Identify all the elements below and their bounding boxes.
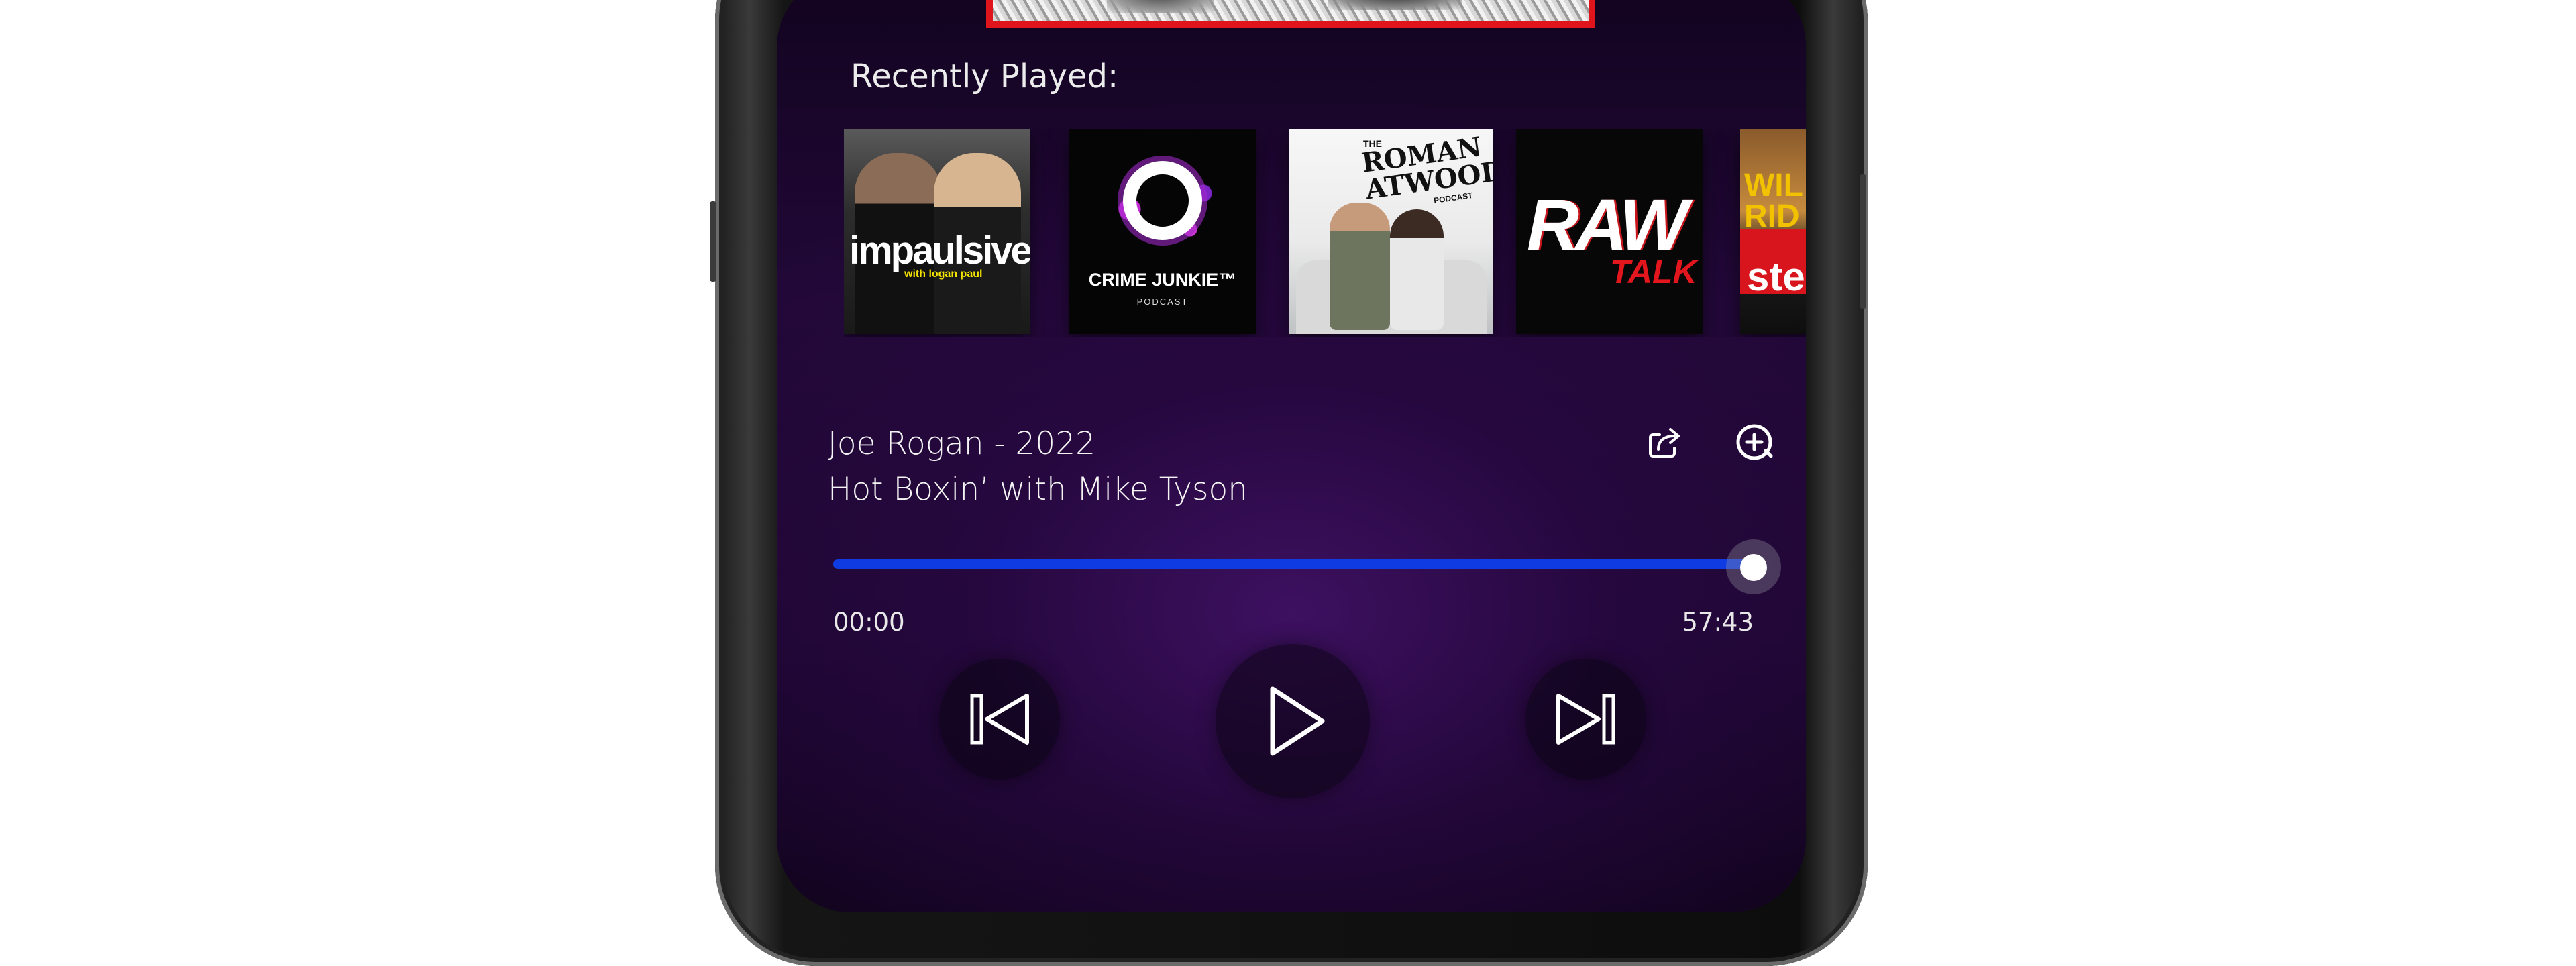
add-circle-icon bbox=[1736, 424, 1773, 460]
skip-previous-icon bbox=[970, 694, 1029, 745]
podcast-cover-subtitle: ste bbox=[1747, 254, 1805, 299]
scrubber-handle[interactable] bbox=[1740, 554, 1767, 581]
podcast-cover-subtitle: with logan paul bbox=[904, 268, 983, 280]
recently-played-list[interactable]: impaulsive with logan paul CRIME JUNKIE™… bbox=[844, 129, 1806, 337]
now-playing-info: Joe Rogan - 2022 Hot Boxin’ with Mike Ty… bbox=[828, 424, 1248, 510]
elapsed-time: 00:00 bbox=[833, 608, 905, 637]
next-button[interactable] bbox=[1525, 659, 1646, 780]
artist-line: Joe Rogan - 2022 bbox=[828, 425, 1096, 462]
previous-button[interactable] bbox=[939, 659, 1060, 780]
current-podcast-artwork bbox=[986, 0, 1595, 28]
share-icon bbox=[1649, 428, 1680, 458]
skip-next-icon bbox=[1556, 694, 1615, 745]
playback-progress-bar[interactable] bbox=[833, 559, 1754, 569]
recent-podcast-card[interactable]: impaulsive with logan paul bbox=[844, 129, 1030, 334]
progress-fill bbox=[833, 559, 1754, 569]
share-button[interactable] bbox=[1641, 419, 1688, 466]
recent-podcast-card[interactable]: THE ROMAN ATWOOD PODCAST bbox=[1289, 129, 1493, 334]
crime-junkie-logo-icon bbox=[1123, 161, 1202, 240]
podcast-cover-subtitle: PODCAST bbox=[1136, 297, 1189, 307]
episode-title: Hot Boxin’ with Mike Tyson bbox=[828, 471, 1248, 508]
recent-podcast-card[interactable]: RAW TALK bbox=[1516, 129, 1703, 334]
host-figure bbox=[1390, 209, 1444, 330]
phone-power-button bbox=[1860, 174, 1866, 309]
phone-side-button bbox=[710, 201, 716, 282]
recent-podcast-card[interactable]: CRIME JUNKIE™ PODCAST bbox=[1069, 129, 1256, 334]
player-screen: Recently Played: impaulsive with logan p… bbox=[777, 0, 1806, 912]
podcast-cover-title: CRIME JUNKIE™ bbox=[1088, 270, 1237, 290]
podcast-cover-subtitle: TALK bbox=[1610, 253, 1697, 290]
add-to-playlist-button[interactable] bbox=[1731, 419, 1778, 466]
play-icon bbox=[1270, 686, 1325, 756]
podcast-cover-title: impaulsive bbox=[849, 229, 1030, 272]
podcast-cover-title: WIL RID bbox=[1744, 168, 1803, 234]
recent-podcast-card[interactable]: WIL RID ste bbox=[1740, 129, 1806, 334]
total-duration: 57:43 bbox=[1682, 608, 1754, 637]
host-figure bbox=[1330, 203, 1390, 330]
play-button[interactable] bbox=[1216, 644, 1370, 798]
recently-played-heading: Recently Played: bbox=[851, 58, 1119, 95]
